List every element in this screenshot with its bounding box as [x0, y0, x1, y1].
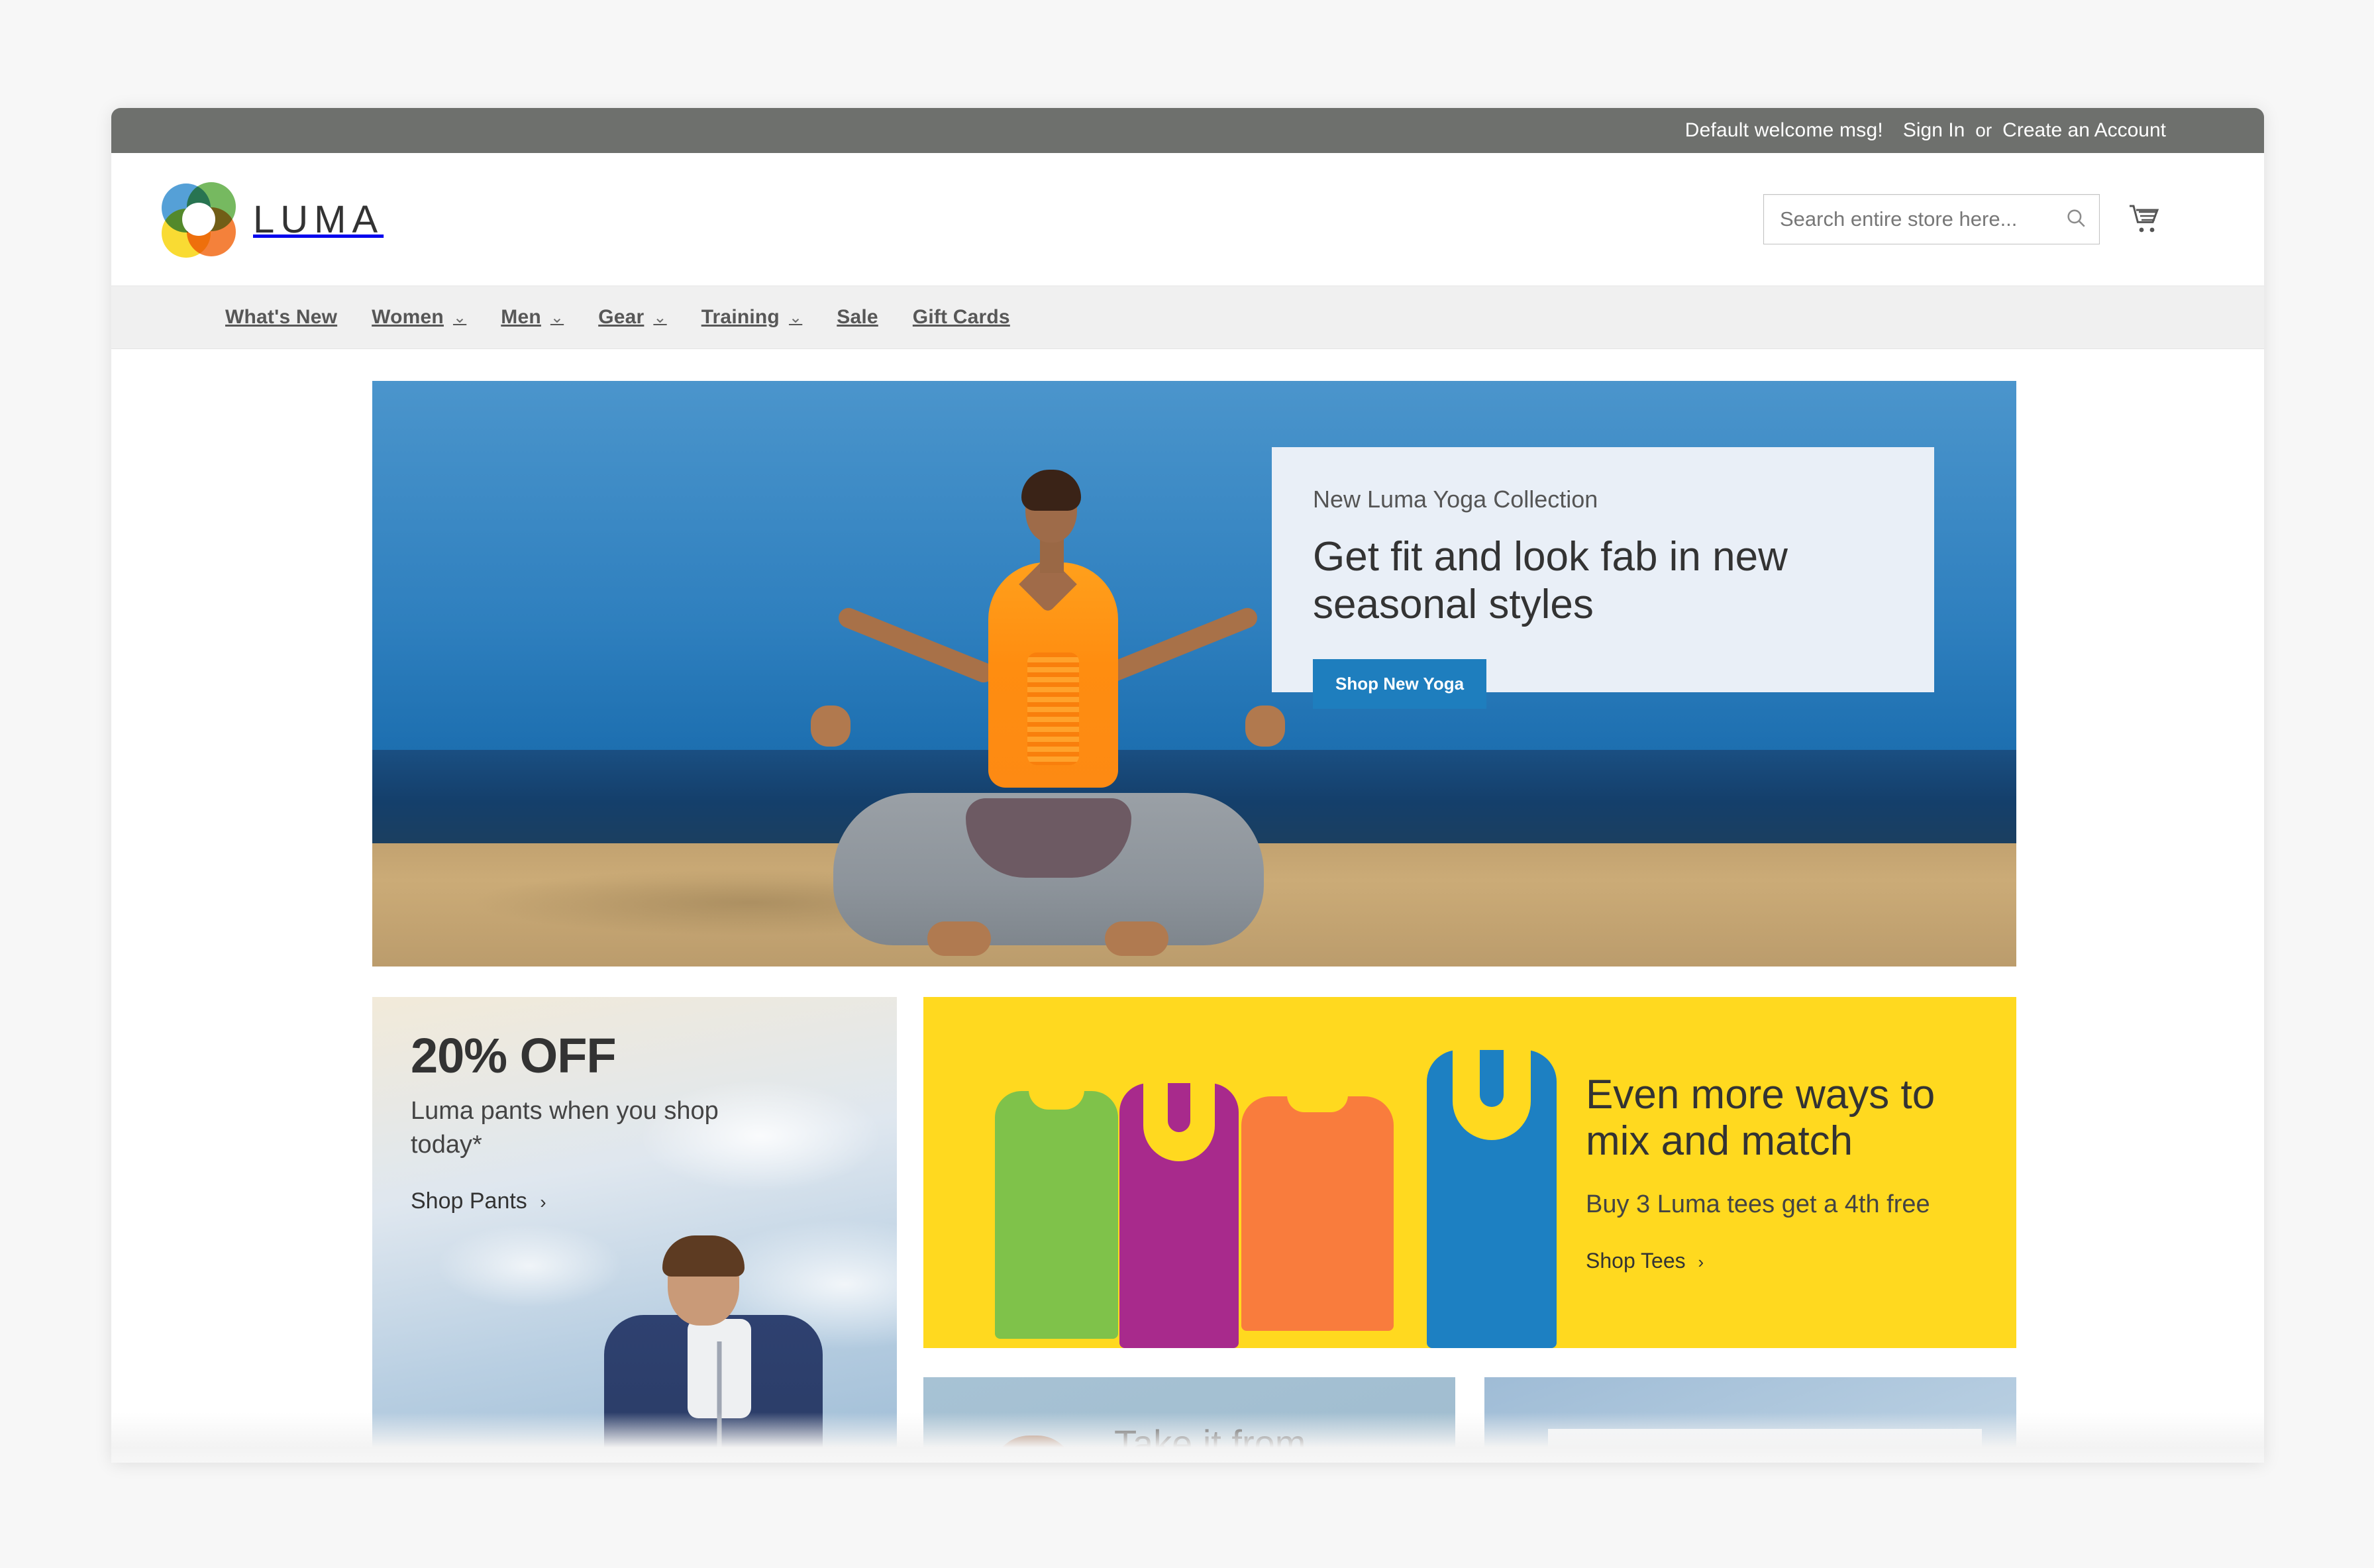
tank-magenta-icon	[1119, 1083, 1239, 1348]
promo-tees-copy: Even more ways to mix and match Buy 3 Lu…	[1586, 1072, 2016, 1274]
promo-testimonial-headline: Take it from	[1114, 1422, 1306, 1463]
shop-new-yoga-button[interactable]: Shop New Yoga	[1313, 658, 1487, 709]
nav-item-women[interactable]: Women ⌄	[372, 306, 466, 329]
search-box[interactable]	[1763, 194, 2100, 244]
luma-logo-icon	[162, 182, 236, 258]
shop-tees-label: Shop Tees	[1586, 1249, 1686, 1273]
shopping-cart-icon[interactable]	[2125, 199, 2166, 240]
nav-label: What's New	[225, 306, 338, 328]
testimonial-person-image	[992, 1436, 1074, 1463]
shop-pants-link[interactable]: Shop Pants ›	[411, 1188, 546, 1214]
search-icon[interactable]	[2065, 207, 2087, 233]
hero-banner[interactable]: New Luma Yoga Collection Get fit and loo…	[372, 381, 2016, 967]
brand-name: LUMA	[253, 197, 384, 241]
promo-testimonial-tile[interactable]: Take it from	[923, 1377, 1455, 1463]
tank-blue-icon	[1427, 1050, 1557, 1348]
promo-pants-tile[interactable]: 20% OFF Luma pants when you shop today* …	[372, 997, 897, 1461]
logo-link[interactable]: LUMA	[162, 182, 384, 258]
promo-right-column: Even more ways to mix and match Buy 3 Lu…	[923, 997, 2016, 1463]
search-input[interactable]	[1780, 207, 2065, 231]
nav-label: Gift Cards	[912, 306, 1010, 328]
page-content: New Luma Yoga Collection Get fit and loo…	[111, 381, 2264, 1463]
hero-text-card: New Luma Yoga Collection Get fit and loo…	[1272, 447, 1934, 709]
promo-row: 20% OFF Luma pants when you shop today* …	[372, 997, 2016, 1463]
nav-label: Sale	[837, 306, 878, 328]
nav-item-gift-cards[interactable]: Gift Cards	[913, 306, 1010, 329]
promo-erin-tile[interactable]: “	[1484, 1377, 2016, 1463]
main-navigation: What's New Women ⌄ Men ⌄ Gear ⌄ Training…	[111, 286, 2264, 349]
nav-item-men[interactable]: Men ⌄	[501, 306, 564, 329]
chevron-right-icon: ›	[1698, 1252, 1704, 1273]
nav-label: Gear	[598, 306, 645, 328]
tee-orange-icon	[1241, 1096, 1394, 1331]
header-actions	[1763, 194, 2166, 244]
nav-label: Women	[372, 306, 444, 328]
sign-in-link[interactable]: Sign In	[1903, 119, 1965, 142]
site-header: LUMA	[111, 153, 2264, 286]
promo-pants-subtext: Luma pants when you shop today*	[411, 1097, 719, 1159]
erin-quote-card: “	[1548, 1429, 1982, 1463]
promo-tees-headline: Even more ways to mix and match	[1586, 1071, 1935, 1165]
chevron-down-icon: ⌄	[788, 308, 803, 327]
hero-eyebrow: New Luma Yoga Collection	[1313, 486, 1598, 513]
hero-title: Get fit and look fab in new seasonal sty…	[1313, 534, 1788, 627]
promo-tees-artwork	[923, 997, 1586, 1348]
browser-window: Default welcome msg! Sign In or Create a…	[111, 108, 2264, 1463]
nav-label: Training	[701, 306, 780, 328]
nav-label: Men	[501, 306, 541, 328]
nav-item-training[interactable]: Training ⌄	[701, 306, 803, 329]
chevron-down-icon: ⌄	[653, 308, 667, 327]
chevron-down-icon: ⌄	[550, 308, 564, 327]
hero-yoga-model-image	[770, 470, 1326, 967]
shop-tees-link[interactable]: Shop Tees ›	[1586, 1249, 1704, 1273]
welcome-message: Default welcome msg!	[1684, 119, 1883, 141]
shop-pants-label: Shop Pants	[411, 1188, 527, 1214]
promo-pants-headline: 20% OFF	[411, 1028, 617, 1083]
chevron-down-icon: ⌄	[452, 308, 467, 327]
nav-item-gear[interactable]: Gear ⌄	[598, 306, 667, 329]
promo-tees-subtext: Buy 3 Luma tees get a 4th free	[1586, 1190, 1930, 1219]
create-account-link[interactable]: Create an Account	[2002, 119, 2166, 142]
promo-tees-tile[interactable]: Even more ways to mix and match Buy 3 Lu…	[923, 997, 2016, 1348]
chevron-right-icon: ›	[540, 1191, 546, 1212]
nav-item-sale[interactable]: Sale	[837, 306, 878, 329]
promo-bottom-row: Take it from “	[923, 1377, 2016, 1463]
or-separator: or	[1975, 120, 1992, 140]
promo-pants-model-image	[580, 1235, 858, 1461]
tee-green-icon	[995, 1091, 1118, 1339]
nav-item-whats-new[interactable]: What's New	[225, 306, 337, 329]
utility-top-bar: Default welcome msg! Sign In or Create a…	[111, 108, 2264, 153]
